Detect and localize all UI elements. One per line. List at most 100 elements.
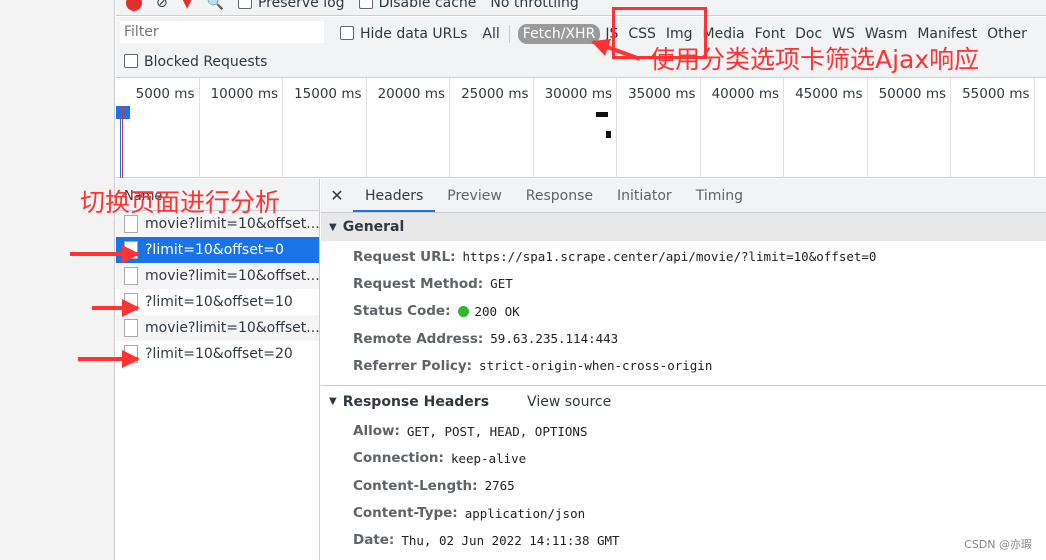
tab-initiator[interactable]: Initiator <box>605 179 684 212</box>
separator <box>508 25 510 43</box>
header-name: Request URL: <box>353 248 456 265</box>
request-name: ?limit=10&offset=20 <box>145 346 293 362</box>
general-section-header[interactable]: ▼ General <box>321 213 1046 241</box>
header-name: Referrer Policy: <box>353 357 473 374</box>
view-source-link[interactable]: View source <box>527 394 611 410</box>
request-name: ?limit=10&offset=10 <box>145 294 293 310</box>
header-value-text: application/json <box>464 505 586 521</box>
type-filter-all[interactable]: All <box>477 26 504 42</box>
header-value: Thu, 02 Jun 2022 14:11:38 GMT <box>401 533 619 548</box>
tab-headers[interactable]: Headers <box>353 179 436 212</box>
type-filter-fetchxhr[interactable]: Fetch/XHR <box>517 24 601 44</box>
timeline-tick: 40000 ms <box>701 78 784 178</box>
search-icon[interactable]: 🔍 <box>207 0 224 11</box>
header-value-text: strict-origin-when-cross-origin <box>479 358 713 374</box>
triangle-down-icon: ▼ <box>329 396 337 408</box>
header-row: Connection: keep-alive <box>321 445 1046 472</box>
throttling-select[interactable]: No throttling <box>490 0 578 11</box>
triangle-down-icon: ▼ <box>329 221 337 233</box>
timeline-tick: 55000 ms <box>951 78 1035 178</box>
request-row[interactable]: movie?limit=10&offset... <box>116 315 319 341</box>
header-value: 59.63.235.114:443 <box>490 331 618 346</box>
timeline-overview[interactable]: 5000 ms 10000 ms 15000 ms 20000 ms 25000 ms 3… <box>116 78 1046 178</box>
header-row: Content-Type: application/json <box>321 499 1046 526</box>
request-name: movie?limit=10&offset... <box>145 268 319 284</box>
header-value-text: 59.63.235.114:443 <box>490 331 619 347</box>
request-list: Name movie?limit=10&offset... ?limit=10&o… <box>116 179 320 560</box>
header-value-text: keep-alive <box>450 450 527 466</box>
request-name: ?limit=10&offset=0 <box>145 242 284 258</box>
header-row: Referrer Policy: strict-origin-when-cross… <box>321 352 1046 379</box>
header-row: Remote Address: 59.63.235.114:443 <box>321 325 1046 352</box>
request-row[interactable]: ?limit=10&offset=0 <box>116 237 319 263</box>
annotation-filter-note: 使用分类选项卡筛选Ajax响应 <box>650 45 980 74</box>
watermark: CSDN @亦瑕 <box>964 538 1032 551</box>
hide-data-urls-checkbox[interactable]: Hide data URLs <box>340 26 467 42</box>
header-name: Allow: <box>353 423 400 440</box>
header-name: Connection: <box>353 450 444 467</box>
file-icon <box>124 267 138 285</box>
annotation-arrow <box>70 245 140 263</box>
tab-response[interactable]: Response <box>514 179 605 212</box>
network-panel: ⊘ ▼ 🔍 Preserve log Disable cache No thro… <box>70 0 1046 560</box>
preserve-log-label: Preserve log <box>257 0 345 11</box>
header-name: Content-Length: <box>353 477 478 494</box>
filter-input[interactable] <box>120 21 324 43</box>
header-name: Request Method: <box>353 275 484 292</box>
timeline-tick: 50000 ms <box>868 78 951 178</box>
header-value-text: Thu, 02 Jun 2022 14:11:38 GMT <box>401 532 620 548</box>
response-headers-section-header[interactable]: ▼ Response Headers View source <box>321 385 1046 417</box>
header-row: Request Method: GET <box>321 270 1046 297</box>
header-name: Status Code: <box>353 303 451 320</box>
left-margin <box>0 0 115 560</box>
timeline-tick: 10000 ms <box>200 78 283 178</box>
hide-data-urls-label: Hide data URLs <box>360 26 468 42</box>
header-name: Date: <box>353 532 395 549</box>
tab-timing[interactable]: Timing <box>684 179 755 212</box>
annotation-switch-note: 切换页面进行分析 <box>80 188 281 217</box>
tab-preview[interactable]: Preview <box>435 179 514 212</box>
request-row[interactable]: movie?limit=10&offset... <box>116 263 319 289</box>
timeline-tick: 30000 ms <box>534 78 617 178</box>
timeline-tick: 20000 ms <box>367 78 450 178</box>
header-name: Remote Address: <box>353 330 484 347</box>
header-row: Allow: GET, POST, HEAD, OPTIONS <box>321 417 1046 444</box>
header-value: 200 OK <box>457 303 520 319</box>
close-details-icon[interactable]: ✕ <box>321 179 353 212</box>
blocked-requests-checkbox[interactable]: Blocked Requests <box>124 54 267 70</box>
request-row[interactable]: ?limit=10&offset=10 <box>116 289 319 315</box>
clear-icon[interactable]: ⊘ <box>156 0 168 11</box>
header-value: 2765 <box>485 478 515 493</box>
timeline-tick: 35000 ms <box>617 78 701 178</box>
header-row: Date: Thu, 02 Jun 2022 14:11:38 GMT <box>321 527 1046 554</box>
disable-cache-checkbox[interactable]: Disable cache <box>358 0 477 11</box>
request-row[interactable]: ?limit=10&offset=20 <box>116 341 319 367</box>
blocked-requests-label: Blocked Requests <box>144 54 268 70</box>
filter-icon[interactable]: ▼ <box>182 0 193 11</box>
network-toolbar: ⊘ ▼ 🔍 Preserve log Disable cache No thro… <box>116 0 1046 16</box>
timeline-tick: 15000 ms <box>283 78 367 178</box>
annotation-arrow <box>92 299 140 317</box>
response-headers-title: Response Headers <box>342 393 490 410</box>
header-row: Request URL: https://spa1.scrape.center/a… <box>321 243 1046 270</box>
header-value: GET <box>490 276 513 291</box>
request-details: ✕ Headers Preview Response Initiator Timing ▼… <box>321 179 1046 560</box>
general-title: General <box>342 219 405 235</box>
header-row: Status Code: 200 OK <box>321 298 1046 325</box>
header-row: Content-Length: 2765 <box>321 472 1046 499</box>
header-value-text: GET, POST, HEAD, OPTIONS <box>406 423 588 439</box>
disable-cache-label: Disable cache <box>378 0 477 11</box>
annotation-arrow <box>78 350 140 368</box>
timeline-tick: 25000 ms <box>450 78 534 178</box>
timeline-tick: 5000 ms <box>116 78 200 178</box>
header-value: application/json <box>465 506 585 521</box>
timeline-tick: 45000 ms <box>784 78 868 178</box>
preserve-log-checkbox[interactable]: Preserve log <box>237 0 345 11</box>
header-value: strict-origin-when-cross-origin <box>479 358 712 373</box>
record-icon[interactable] <box>126 0 142 11</box>
header-value-text: 200 OK <box>474 303 520 319</box>
header-value: keep-alive <box>451 451 526 466</box>
type-filter-other[interactable]: Other <box>982 26 1032 42</box>
header-value-text: GET <box>490 276 513 292</box>
header-value-text: https://spa1.scrape.center/api/movie/?li… <box>462 249 877 265</box>
